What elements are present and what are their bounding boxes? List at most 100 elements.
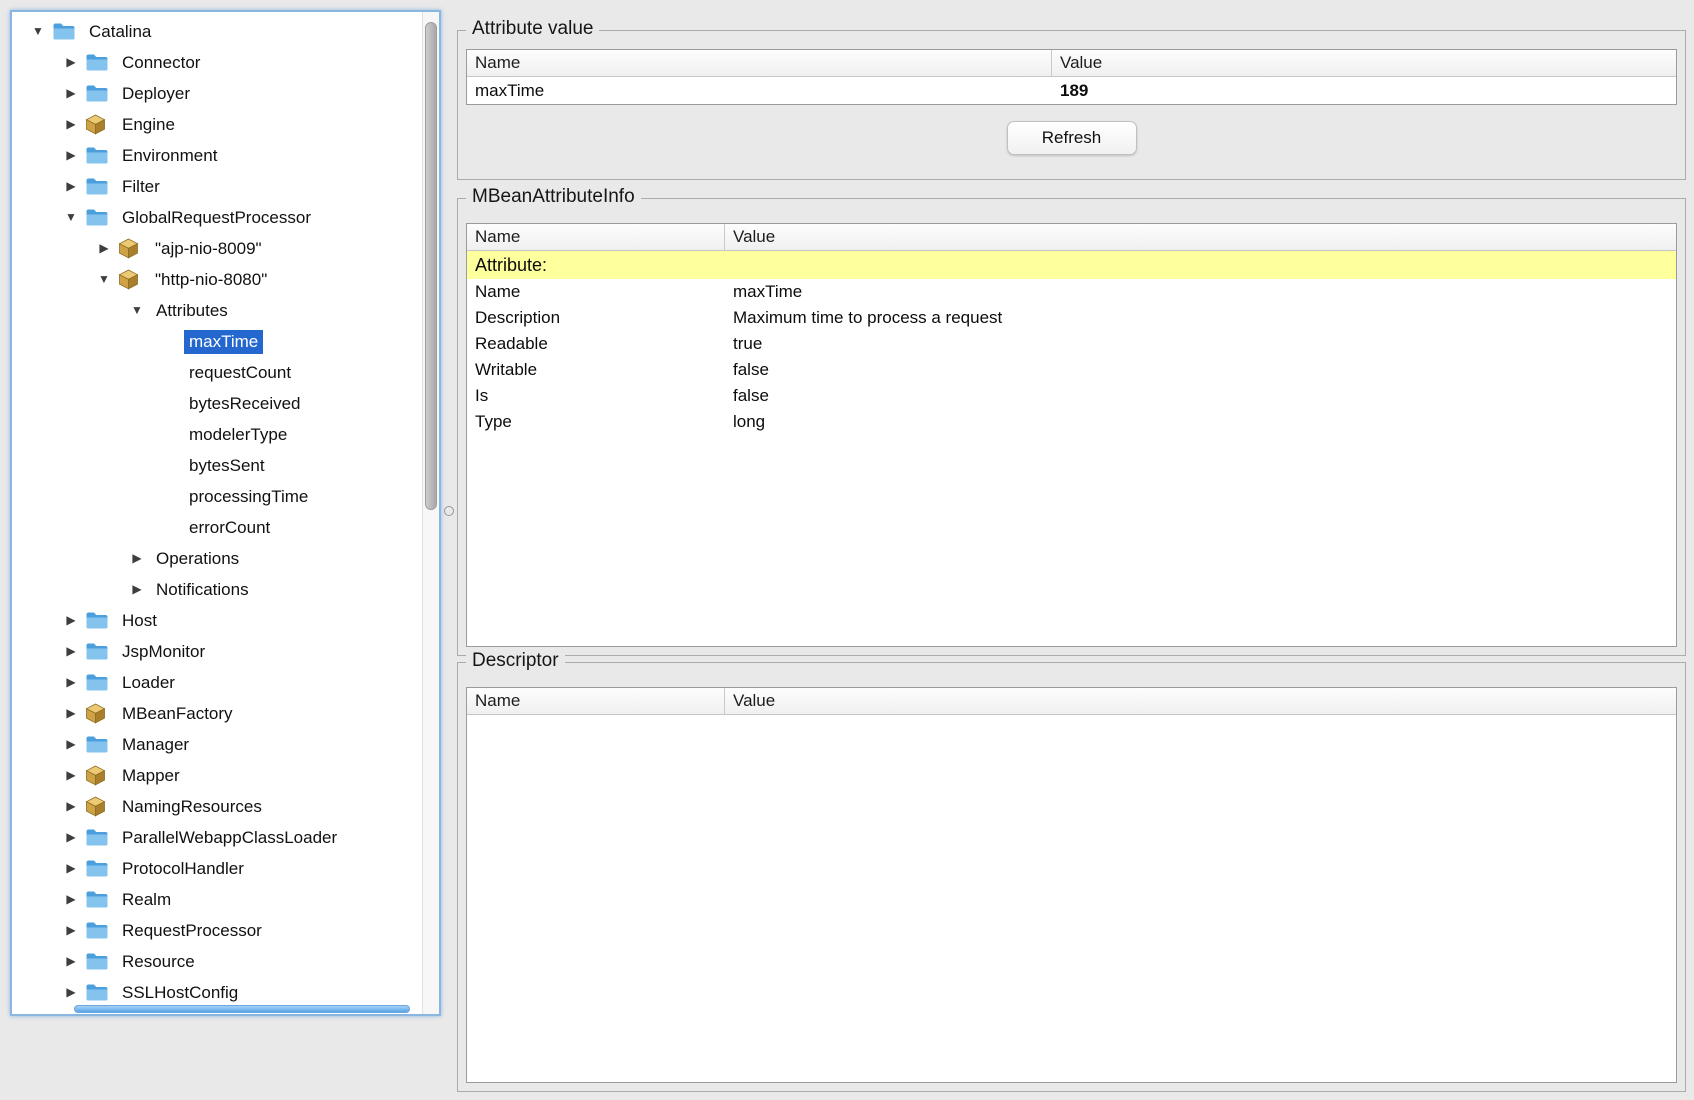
tree-vertical-scrollbar-thumb[interactable] [425, 22, 437, 510]
column-header-name[interactable]: Name [467, 688, 725, 714]
tree-item-parallelwebappclassloader[interactable]: ▶ParallelWebappClassLoader [12, 822, 421, 853]
chevron-right-icon[interactable]: ▶ [123, 574, 151, 605]
cell-name: Description [467, 305, 725, 331]
folder-icon [85, 642, 109, 661]
attribute-value-table-body: maxTime189 [467, 77, 1676, 104]
tree-item-label: SSLHostConfig [117, 981, 243, 1005]
tree-item-mbeanfactory[interactable]: ▶MBeanFactory [12, 698, 421, 729]
cell-value: false [725, 383, 1676, 409]
column-header-name[interactable]: Name [467, 50, 1052, 76]
bean-icon [85, 765, 109, 786]
chevron-down-icon[interactable]: ▼ [57, 202, 85, 233]
column-header-value[interactable]: Value [1052, 50, 1676, 76]
tree-item-realm[interactable]: ▶Realm [12, 884, 421, 915]
tree-item-environment[interactable]: ▶Environment [12, 140, 421, 171]
tree-item-label: JspMonitor [117, 640, 210, 664]
chevron-right-icon[interactable]: ▶ [57, 47, 85, 78]
chevron-right-icon[interactable]: ▶ [57, 78, 85, 109]
cell-name: Readable [467, 331, 725, 357]
tree-item-mapper[interactable]: ▶ Mapper [12, 760, 421, 791]
chevron-down-icon[interactable]: ▼ [90, 264, 118, 295]
chevron-right-icon[interactable]: ▶ [123, 543, 151, 574]
tree-item-notifications[interactable]: ▶Notifications [12, 574, 421, 605]
tree-item-errorcount[interactable]: errorCount [12, 512, 421, 543]
chevron-right-icon[interactable]: ▶ [57, 760, 85, 791]
chevron-right-icon[interactable]: ▶ [57, 636, 85, 667]
cell-name: maxTime [467, 77, 1052, 104]
chevron-right-icon[interactable]: ▶ [57, 915, 85, 946]
chevron-right-icon[interactable]: ▶ [57, 946, 85, 977]
tree-item-connector[interactable]: ▶Connector [12, 47, 421, 78]
tree-item-http-nio-8080[interactable]: ▼"http-nio-8080" [12, 264, 421, 295]
tree-item-bytessent[interactable]: bytesSent [12, 450, 421, 481]
tree-horizontal-scrollbar-thumb[interactable] [74, 1005, 410, 1013]
chevron-right-icon[interactable]: ▶ [57, 729, 85, 760]
tree-item-namingresources[interactable]: ▶NamingResources [12, 791, 421, 822]
tree-item-resource[interactable]: ▶ Resource [12, 946, 421, 977]
tree-item-protocolhandler[interactable]: ▶ProtocolHandler [12, 853, 421, 884]
chevron-right-icon[interactable]: ▶ [57, 171, 85, 202]
tree-item-filter[interactable]: ▶ Filter [12, 171, 421, 202]
chevron-right-icon[interactable]: ▶ [57, 667, 85, 698]
column-header-value[interactable]: Value [725, 224, 1676, 250]
chevron-right-icon[interactable]: ▶ [57, 140, 85, 171]
refresh-button[interactable]: Refresh [1007, 121, 1137, 155]
column-header-value[interactable]: Value [725, 688, 1676, 714]
column-header-name[interactable]: Name [467, 224, 725, 250]
cell-value: maxTime [725, 279, 1676, 305]
table-row[interactable]: DescriptionMaximum time to process a req… [467, 305, 1676, 331]
tree-item-maxtime[interactable]: maxTime [12, 326, 421, 357]
chevron-right-icon[interactable]: ▶ [57, 605, 85, 636]
folder-icon [85, 53, 109, 72]
tree-item-requestcount[interactable]: requestCount [12, 357, 421, 388]
chevron-down-icon[interactable]: ▼ [123, 295, 151, 326]
chevron-right-icon[interactable]: ▶ [57, 109, 85, 140]
tree-item-operations[interactable]: ▶Operations [12, 543, 421, 574]
tree-item-label: bytesReceived [184, 392, 306, 416]
cell-value: long [725, 409, 1676, 435]
tree-item-globalrequestprocessor[interactable]: ▼GlobalRequestProcessor [12, 202, 421, 233]
tree-item-modelertype[interactable]: modelerType [12, 419, 421, 450]
tree-item-label: Engine [117, 113, 180, 137]
tree-item-ajp-nio-8009[interactable]: ▶"ajp-nio-8009" [12, 233, 421, 264]
table-row[interactable]: NamemaxTime [467, 279, 1676, 305]
chevron-right-icon[interactable]: ▶ [57, 853, 85, 884]
tree-item-attributes[interactable]: ▼Attributes [12, 295, 421, 326]
tree-item-requestprocessor[interactable]: ▶RequestProcessor [12, 915, 421, 946]
splitpane-divider-handle[interactable] [444, 506, 454, 516]
tree-vertical-scrollbar[interactable] [422, 12, 439, 1014]
attribute-value-group: Attribute value NameValue maxTime189 Ref… [457, 30, 1686, 180]
table-row[interactable]: Isfalse [467, 383, 1676, 409]
table-row[interactable]: Typelong [467, 409, 1676, 435]
cell-name: Attribute: [467, 251, 725, 279]
table-row[interactable]: Writablefalse [467, 357, 1676, 383]
tree-item-bytesreceived[interactable]: bytesReceived [12, 388, 421, 419]
table-row[interactable]: Readabletrue [467, 331, 1676, 357]
tree-item-label: Filter [117, 175, 165, 199]
tree-item-label: Resource [117, 950, 200, 974]
chevron-right-icon[interactable]: ▶ [90, 233, 118, 264]
table-row[interactable]: Attribute: [467, 251, 1676, 279]
tree-item-sslhostconfig[interactable]: ▶ SSLHostConfig [12, 977, 421, 1008]
chevron-right-icon[interactable]: ▶ [57, 822, 85, 853]
chevron-right-icon[interactable]: ▶ [57, 977, 85, 1008]
chevron-down-icon[interactable]: ▼ [24, 16, 52, 47]
tree-item-label: Mapper [117, 764, 185, 788]
tree-item-manager[interactable]: ▶Manager [12, 729, 421, 760]
folder-icon [85, 208, 109, 227]
chevron-right-icon[interactable]: ▶ [57, 791, 85, 822]
tree-item-catalina[interactable]: ▼Catalina [12, 16, 421, 47]
tree-item-deployer[interactable]: ▶Deployer [12, 78, 421, 109]
tree-item-host[interactable]: ▶ Host [12, 605, 421, 636]
tree-item-engine[interactable]: ▶ Engine [12, 109, 421, 140]
cell-value [725, 251, 1676, 279]
chevron-right-icon[interactable]: ▶ [57, 698, 85, 729]
bean-icon [85, 703, 109, 724]
tree-item-loader[interactable]: ▶Loader [12, 667, 421, 698]
tree-item-processingtime[interactable]: processingTime [12, 481, 421, 512]
tree-item-label: Host [117, 609, 162, 633]
tree-item-jspmonitor[interactable]: ▶ JspMonitor [12, 636, 421, 667]
table-row[interactable]: maxTime189 [467, 77, 1676, 104]
cell-name: Name [467, 279, 725, 305]
chevron-right-icon[interactable]: ▶ [57, 884, 85, 915]
